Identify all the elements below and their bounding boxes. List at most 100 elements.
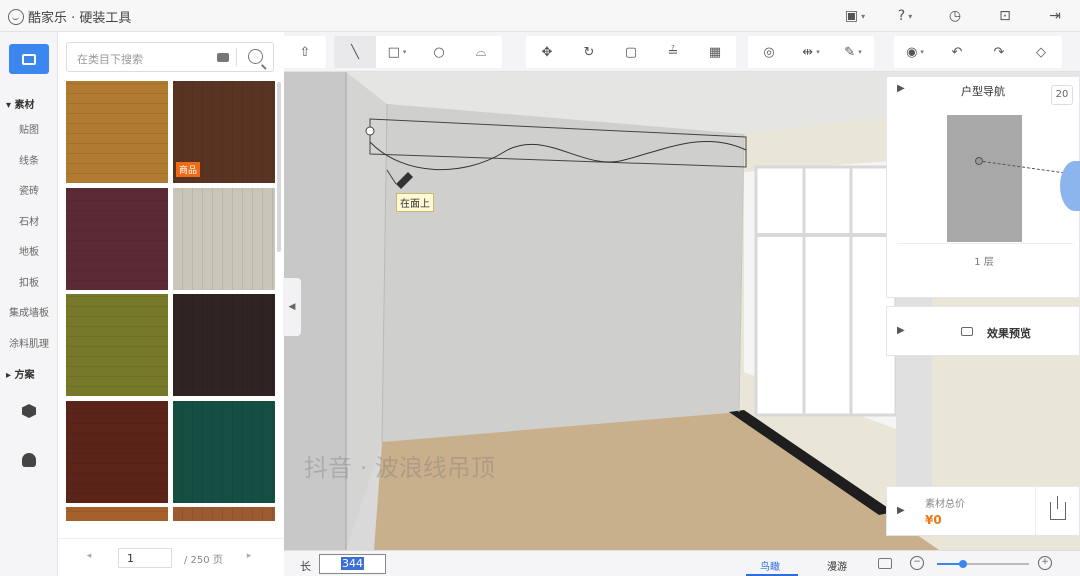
texture-tool-button[interactable]: ▦ — [694, 36, 736, 68]
save-file-button[interactable]: ⊡ — [980, 4, 1030, 28]
undo-button[interactable]: ↶ — [936, 36, 978, 68]
divider — [897, 243, 1073, 244]
price-panel: ▶ 素材总价 ¥0 — [886, 486, 1080, 536]
length-input[interactable]: 344 — [319, 554, 386, 574]
nav-item-0[interactable]: 贴图 — [0, 121, 58, 136]
help-button[interactable]: ? ▾ — [880, 4, 930, 28]
floor-label[interactable]: 1 层 — [887, 253, 1080, 268]
search-icon[interactable] — [248, 49, 263, 64]
move-tool-button[interactable]: ✥ — [526, 36, 568, 68]
line-tool-button[interactable]: ╲ — [334, 36, 376, 68]
camera-position-icon[interactable] — [975, 157, 983, 165]
circle-tool-button[interactable]: ○ — [418, 36, 460, 68]
nav-item-6[interactable]: 集成墙板 — [0, 304, 58, 319]
price-value: ¥0 — [925, 513, 942, 527]
download-button[interactable] — [1035, 487, 1079, 535]
toolbar-group-3: ◎ ⇹ ▾ ✎ ▾ — [748, 36, 874, 68]
pager: ◂ 1 / 250 页 ▸ — [58, 538, 284, 576]
redo-button[interactable]: ↷ — [978, 36, 1020, 68]
camera-settings-icon[interactable] — [878, 558, 892, 569]
toolbar-group-1: ╲ □ ▾ ○ ⌓ — [334, 36, 502, 68]
nav-item-1[interactable]: 线条 — [0, 152, 58, 167]
history-button[interactable]: ◷ — [930, 4, 980, 28]
box-icon — [22, 53, 36, 65]
align-tool-button[interactable]: ⇹ ▾ — [790, 36, 832, 68]
tab-birdseye[interactable]: 鸟瞰 — [760, 558, 780, 573]
page-input[interactable]: 1 — [118, 548, 172, 568]
brush-tool-button[interactable]: ✎ ▾ — [832, 36, 874, 68]
nav-item-4[interactable]: 地板 — [0, 243, 58, 258]
collapse-panel-button[interactable]: ◀ — [283, 278, 301, 336]
exit-button[interactable]: ⇥ — [1030, 4, 1080, 28]
nav-section-material[interactable]: ▾ 素材 — [6, 96, 35, 111]
material-tile-wood-oak[interactable] — [66, 81, 168, 183]
zoom-in-icon[interactable]: + — [1038, 556, 1052, 570]
chevron-down-icon: ▾ — [816, 48, 820, 56]
material-tile-wood-orange[interactable] — [66, 507, 168, 521]
top-actions: ▣ ▾? ▾ ◷ ⊡ ⇥ — [830, 4, 1080, 28]
material-tile-wood-grey[interactable] — [173, 187, 275, 290]
next-page-icon[interactable]: ▸ — [240, 551, 258, 567]
caret-down-icon: ▾ — [6, 100, 15, 111]
panel-toggle-icon[interactable]: ▶ — [897, 505, 905, 516]
toolbar-group-0: ⇧ — [284, 36, 326, 68]
panel-toggle-icon[interactable]: ▶ — [897, 325, 905, 336]
preview-panel[interactable]: ▶ 效果预览 — [886, 306, 1080, 356]
zoom-out-icon[interactable]: − — [910, 556, 924, 570]
length-label: 长 — [300, 560, 311, 573]
top-bar: 酷家乐 · 硬装工具 ▣ ▾? ▾ ◷ ⊡ ⇥ — [0, 0, 1080, 32]
arc-tool-button[interactable]: ⌓ — [460, 36, 502, 68]
material-tile-marble-red[interactable] — [66, 400, 168, 503]
nav-item-3[interactable]: 石材 — [0, 213, 58, 228]
material-tile-marble-purple[interactable] — [66, 187, 168, 290]
zoom-slider-handle[interactable] — [959, 560, 967, 568]
nav-section-plan[interactable]: ▸ 方案 — [6, 366, 35, 381]
toolbar-group-4: ◉ ▾ ↶ ↷ ◇ — [894, 36, 1062, 68]
model-icon[interactable] — [22, 404, 36, 418]
material-tile-wood-brown[interactable] — [173, 507, 275, 521]
nav-materials-button[interactable] — [9, 44, 49, 74]
rotate-tool-button[interactable]: ↻ — [568, 36, 610, 68]
app-title: 酷家乐 · 硬装工具 — [28, 11, 132, 26]
eraser-button[interactable]: ◇ — [1020, 36, 1062, 68]
product-badge: 商品 — [176, 162, 201, 177]
prev-page-icon[interactable]: ◂ — [80, 551, 98, 567]
download-icon — [1049, 496, 1066, 520]
move-tool-icon: ✥ — [541, 44, 553, 60]
catalog-scrollbar[interactable] — [277, 82, 281, 252]
eraser-icon: ◇ — [1036, 44, 1046, 60]
rectangle-tool-button[interactable]: □ ▾ — [376, 36, 418, 68]
material-tile-wood-dark[interactable]: 商品 — [173, 81, 275, 183]
search-box[interactable]: 在类目下搜索 — [66, 42, 274, 72]
measure-tool-button[interactable]: ◎ — [748, 36, 790, 68]
caret-right-icon: ▸ — [6, 370, 15, 381]
floorplan-map[interactable] — [947, 115, 1022, 242]
camera-icon[interactable] — [217, 53, 229, 62]
nav-item-2[interactable]: 瓷砖 — [0, 182, 58, 197]
material-tile-granite-dark[interactable] — [173, 294, 275, 396]
material-tile-stone-green[interactable] — [66, 294, 168, 396]
panel-toggle-icon[interactable]: ▶ — [897, 83, 905, 94]
material-tile-stone-teal[interactable] — [173, 400, 275, 503]
rectangle-tool-icon: □ — [387, 44, 400, 60]
save-button[interactable]: ▣ ▾ — [830, 4, 880, 28]
nav-item-5[interactable]: 扣板 — [0, 274, 58, 289]
user-icon[interactable] — [22, 453, 36, 467]
level-tool-button[interactable]: ≟ — [652, 36, 694, 68]
brush-tool-icon: ✎ — [844, 44, 856, 60]
nav-item-7[interactable]: 涂料肌理 — [0, 335, 58, 350]
floorplan-nav-panel: ▶ 户型导航 20 1 层 — [886, 76, 1080, 298]
frame-tool-button[interactable]: ▢ — [610, 36, 652, 68]
material-catalog: 在类目下搜索 商品 ◂ 1 / 250 页 ▸ — [58, 32, 284, 576]
help-icon: ? — [897, 8, 906, 24]
view-toggle-button[interactable]: ◉ ▾ — [894, 36, 936, 68]
rotate-tool-icon: ↻ — [583, 44, 595, 60]
level-tool-icon: ≟ — [667, 44, 679, 60]
tab-roam[interactable]: 漫游 — [827, 558, 847, 573]
upload-button[interactable]: ⇧ — [284, 36, 326, 68]
tooltip-on-face: 在面上 — [396, 193, 434, 212]
map-scale[interactable]: 20 — [1051, 85, 1073, 105]
length-value: 344 — [341, 557, 364, 570]
tool-bar: ⇧ ╲ □ ▾ ○ ⌓ ✥ ↻ ▢ ≟ ▦ ◎ ⇹ ▾ ✎ ▾ ◉ ▾ ↶ ↷ ◇ — [284, 32, 1080, 72]
search-input[interactable]: 在类目下搜索 — [77, 51, 143, 67]
